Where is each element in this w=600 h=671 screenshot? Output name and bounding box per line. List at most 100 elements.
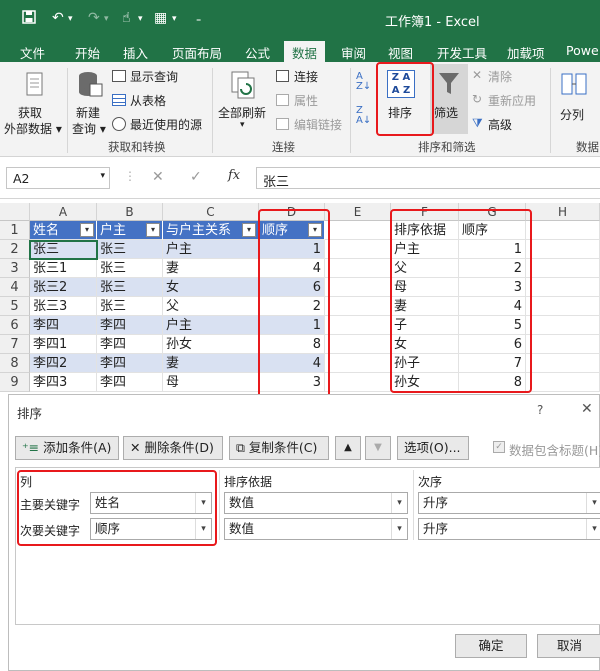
name-box[interactable]: A2 ▾ [6,167,110,189]
table-cell[interactable]: 妻 [163,259,259,278]
table-cell[interactable]: 张三 [97,259,163,278]
tab-power[interactable]: Powe [566,41,599,62]
empty-cell[interactable] [325,373,391,392]
copy-level-button[interactable]: ⧉ 复制条件(C) [229,436,329,460]
name-box-dropdown-icon[interactable]: ▾ [100,171,105,181]
tab-developer[interactable]: 开发工具 [437,41,487,62]
enter-icon[interactable]: ✓ [190,169,202,185]
table-cell[interactable]: 户主 [163,240,259,259]
add-level-button[interactable]: ⁺≡ 添加条件(A) [15,436,119,460]
table-cell[interactable]: 李四 [97,335,163,354]
ok-button[interactable]: 确定 [455,634,527,658]
filter-dropdown-icon[interactable]: ▾ [80,223,94,237]
table-header-cell[interactable]: 姓名 ▾ [30,221,97,240]
move-up-button[interactable]: ▲ [335,436,361,460]
empty-cell[interactable] [325,240,391,259]
empty-cell[interactable] [526,354,600,373]
column-header-b[interactable]: B [97,203,163,221]
empty-cell[interactable] [325,335,391,354]
row-header[interactable]: 3 [0,259,30,278]
help-icon[interactable]: ? [537,403,543,417]
table-cell[interactable]: 张三2 [30,278,97,297]
filter-dropdown-icon[interactable]: ▾ [242,223,256,237]
table-cell[interactable]: 李四3 [30,373,97,392]
insert-function-icon[interactable]: fx [228,168,240,183]
column-header-a[interactable]: A [30,203,97,221]
delete-level-button[interactable]: ✕ 删除条件(D) [123,436,223,460]
column-header-e[interactable]: E [325,203,391,221]
tab-page-layout[interactable]: 页面布局 [172,41,222,62]
empty-cell[interactable] [526,373,600,392]
table-cell[interactable]: 李四 [97,373,163,392]
empty-cell[interactable] [526,259,600,278]
table-cell[interactable]: 李四 [97,316,163,335]
table-cell[interactable]: 孙女 [163,335,259,354]
row-header[interactable]: 9 [0,373,30,392]
primary-order-select[interactable]: 升序 ▾ [418,492,600,514]
select-all-corner[interactable] [0,203,30,221]
empty-cell[interactable] [526,240,600,259]
table-cell[interactable]: 李四 [97,354,163,373]
filter-button[interactable]: 筛选 [430,64,468,134]
table-cell[interactable]: 父 [163,297,259,316]
new-query-button[interactable]: 新建 查询 ▾ [70,66,110,138]
form-dropdown-icon[interactable]: ▾ [172,14,177,24]
secondary-order-select[interactable]: 升序 ▾ [418,518,600,540]
row-header[interactable]: 6 [0,316,30,335]
undo-icon[interactable]: ↶ [52,10,64,26]
empty-cell[interactable] [325,354,391,373]
formula-input[interactable]: 张三 [256,167,600,190]
table-cell[interactable]: 妻 [163,354,259,373]
row-header[interactable]: 7 [0,335,30,354]
table-cell[interactable]: 张三 [97,240,163,259]
empty-cell[interactable] [526,221,600,240]
table-cell[interactable]: 李四1 [30,335,97,354]
filter-dropdown-icon[interactable]: ▾ [146,223,160,237]
cancel-icon[interactable]: ✕ [152,169,164,185]
table-cell[interactable]: 张三3 [30,297,97,316]
empty-cell[interactable] [526,278,600,297]
table-cell[interactable]: 女 [163,278,259,297]
empty-cell[interactable] [526,335,600,354]
primary-sort-on-select[interactable]: 数值 ▾ [224,492,408,514]
table-cell[interactable]: 张三1 [30,259,97,278]
tab-data[interactable]: 数据 [284,41,326,62]
tab-file[interactable]: 文件 [20,41,45,62]
sort-az-icon[interactable]: A Z↓ [356,72,374,94]
options-button[interactable]: 选项(O)... [397,436,469,460]
touch-dropdown-icon[interactable]: ▾ [138,14,143,24]
get-external-data-button[interactable]: 获取 外部数据 ▾ [4,66,64,138]
undo-dropdown-icon[interactable]: ▾ [68,14,73,24]
form-icon[interactable]: ▦ [154,10,167,26]
table-cell[interactable]: 李四 [30,316,97,335]
has-headers-checkbox[interactable]: ✓ [493,441,505,453]
text-to-columns-button[interactable]: 分列 [554,66,594,136]
row-header[interactable]: 2 [0,240,30,259]
empty-cell[interactable] [526,316,600,335]
empty-cell[interactable] [325,316,391,335]
customize-qat-icon[interactable]: ₌ [196,14,201,25]
table-cell[interactable]: 张三 [97,278,163,297]
row-header[interactable]: 1 [0,221,30,240]
tab-home[interactable]: 开始 [75,41,100,62]
empty-cell[interactable] [325,297,391,316]
tab-addins[interactable]: 加载项 [507,41,545,62]
table-cell[interactable]: 户主 [163,316,259,335]
empty-cell[interactable] [526,297,600,316]
column-header-c[interactable]: C [163,203,259,221]
refresh-all-button[interactable]: 全部刷新 ▾ [216,66,272,138]
empty-cell[interactable] [325,259,391,278]
save-icon[interactable] [22,10,36,28]
row-header[interactable]: 8 [0,354,30,373]
tab-review[interactable]: 审阅 [341,41,366,62]
tab-formulas[interactable]: 公式 [245,41,270,62]
sort-za-icon[interactable]: Z A↓ [356,106,374,128]
empty-cell[interactable] [325,221,391,240]
tab-view[interactable]: 视图 [388,41,413,62]
table-cell[interactable]: 张三 [97,297,163,316]
cancel-button[interactable]: 取消 [537,634,600,658]
touch-mode-icon[interactable]: ☝ [122,10,131,26]
table-header-cell[interactable]: 户主 ▾ [97,221,163,240]
table-header-cell[interactable]: 与户主关系 ▾ [163,221,259,240]
empty-cell[interactable] [325,278,391,297]
